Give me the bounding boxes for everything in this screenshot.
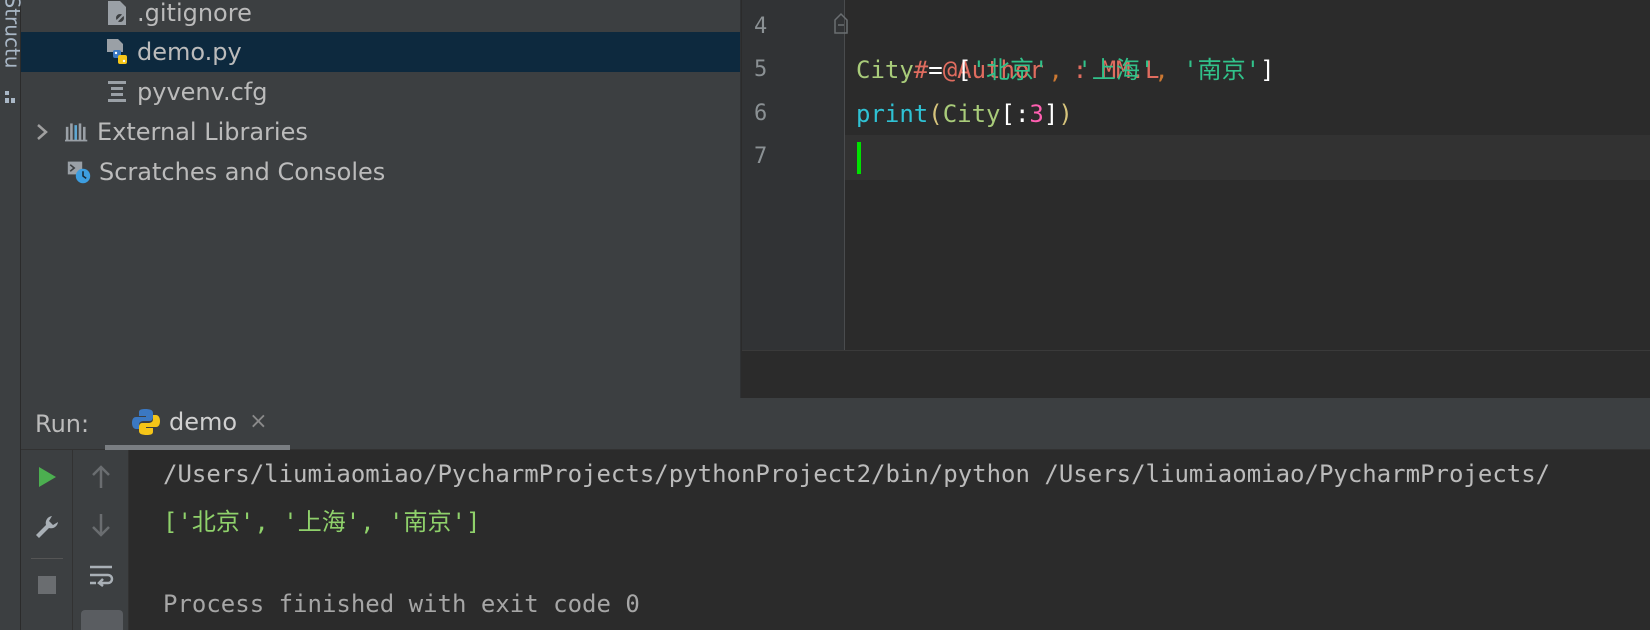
code-line-5: City = ['北京', '上海', '南京'] [856,48,1275,92]
chevron-right-icon[interactable] [35,122,49,142]
run-toolbar-secondary [73,450,129,630]
editor-gutter: 4 5 6 7 [742,0,848,350]
play-icon [39,467,56,487]
tree-item-pyvenv-cfg[interactable]: pyvenv.cfg [21,72,740,112]
stop-icon [38,576,56,594]
run-tab-label: demo [169,407,238,436]
structure-tool-tab[interactable]: Structu [0,0,24,80]
code-variable: City [942,100,1001,128]
code-number: 3 [1029,100,1044,128]
code-paren: ) [1058,100,1073,128]
tree-item-external-libraries[interactable]: External Libraries [21,112,740,152]
code-paren: ( [928,100,943,128]
tree-item-label: External Libraries [97,118,308,146]
console-output[interactable]: /Users/liumiaomiao/PycharmProjects/pytho… [129,450,1650,630]
tree-item-label: demo.py [137,38,242,66]
scroll-down-button[interactable] [84,508,118,542]
arrow-down-icon [92,514,110,537]
console-program-output: ['北京', '上海', '南京'] [163,508,481,536]
code-comma: , [1154,56,1184,84]
code-comma: , [1048,56,1078,84]
close-icon[interactable]: × [249,409,267,434]
libraries-icon [65,118,89,146]
code-bracket: [: [1000,100,1030,128]
toolbar-divider [31,558,63,559]
fold-marker-icon[interactable] [834,12,848,34]
console-exit-message: Process finished with exit code 0 [163,590,640,618]
python-file-icon [105,38,129,66]
scratches-icon [67,158,91,186]
run-toolbar-primary [21,450,73,630]
code-string: '上海' [1077,56,1155,84]
code-bracket: ] [1043,100,1059,128]
run-label: Run: [35,410,90,438]
structure-icon[interactable] [4,90,16,104]
editor-bottom-area [742,350,1650,398]
soft-wrap-icon [90,565,114,587]
tree-item-label: pyvenv.cfg [137,78,268,106]
code-operator: = [913,56,958,84]
text-caret [857,142,861,174]
code-editor[interactable]: 4 5 6 7 # @Author : MM.L City = ['北京', '… [742,0,1650,398]
line-number: 7 [754,144,768,169]
left-tool-strip: Structu [0,0,24,630]
rerun-button[interactable] [30,460,64,494]
code-bracket: [ [957,56,972,84]
run-header: Run: demo × [21,398,1650,450]
arrow-up-icon [92,465,110,488]
scroll-up-button[interactable] [84,460,118,494]
tree-item-label: .gitignore [137,0,252,27]
line-number: 5 [754,57,768,82]
stop-button[interactable] [30,568,64,602]
project-tree-panel: .gitignore demo.py pyvenv.cfg External L… [21,0,741,398]
code-line-6: print(City[:3]) [856,92,1073,136]
line-number: 4 [754,14,768,39]
line-number: 6 [754,101,768,126]
code-string: '南京' [1183,56,1261,84]
wrench-icon [36,516,58,538]
code-function: print [856,100,929,128]
code-string: '北京' [971,56,1049,84]
python-icon [132,408,160,435]
tree-item-label: Scratches and Consoles [99,158,386,186]
edit-configuration-button[interactable] [30,510,64,544]
scroll-to-end-button[interactable] [81,610,123,630]
console-command-line: /Users/liumiaomiao/PycharmProjects/pytho… [163,460,1551,488]
config-file-icon [105,78,129,106]
tree-item-scratches-consoles[interactable]: Scratches and Consoles [21,152,740,192]
code-line-4: # @Author : MM.L [856,4,1160,84]
run-tab-demo[interactable]: demo × [105,398,290,450]
tree-item-demo-py[interactable]: demo.py [21,32,740,72]
run-tool-window: Run: demo × /Users/liumiaomiao/PycharmPr… [21,398,1650,630]
gitignore-file-icon [105,0,129,27]
tree-item-gitignore[interactable]: .gitignore [21,0,740,33]
soft-wrap-button[interactable] [84,558,118,592]
current-line-highlight [742,135,1650,180]
code-variable: City [856,56,914,84]
code-bracket: ] [1260,56,1275,84]
